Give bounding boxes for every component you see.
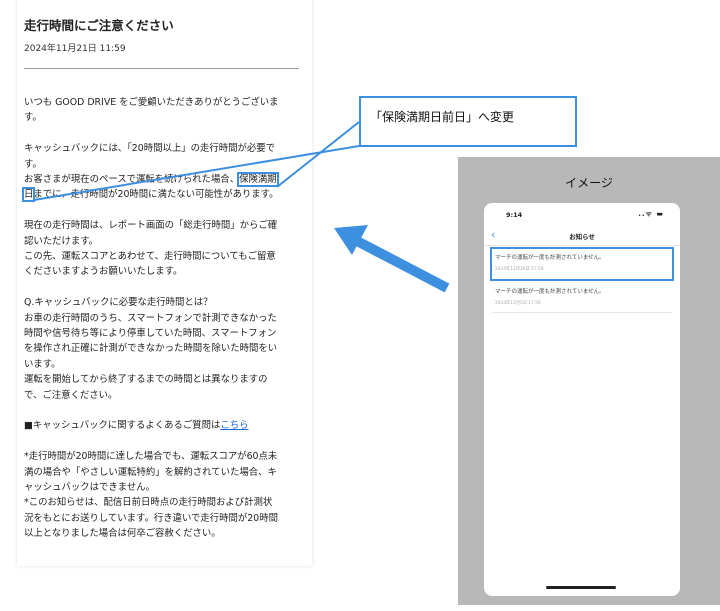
- phone-screen: 9:14 ..ᯤ ▬ ‹ お知らせ マーチの運転が一度も計測されていません。 2…: [484, 203, 680, 596]
- image-mockup-panel: イメージ 9:14 ..ᯤ ▬ ‹ お知らせ マーチの運転が一度も計測されていま…: [458, 157, 720, 605]
- notice-title: マーチの運転が一度も計測されていません。: [495, 289, 605, 295]
- home-indicator: [546, 586, 616, 589]
- status-time: 9:14: [506, 211, 523, 219]
- nav-title: お知らせ: [569, 233, 595, 241]
- nav-bar: ‹ お知らせ: [484, 227, 680, 246]
- connector-line-upper: [276, 121, 360, 188]
- connector-line-lower: [33, 145, 360, 201]
- image-label: イメージ: [565, 176, 613, 190]
- notice-date: 2024年12月26日 17:59: [495, 267, 544, 272]
- signal-battery-icon: ..ᯤ ▬: [638, 210, 664, 218]
- change-callout: 「保険満期日前日」へ変更: [359, 96, 577, 147]
- notice-list-item[interactable]: マーチの運転が一度も計測されていません。 2024年12月5日 17:59: [492, 283, 672, 313]
- notice-title: マーチの運転が一度も計測されていません。: [495, 255, 605, 261]
- status-bar: 9:14 ..ᯤ ▬: [484, 209, 680, 223]
- pointer-arrow-icon: [334, 225, 450, 293]
- notice-list-item[interactable]: マーチの運転が一度も計測されていません。 2024年12月26日 17:59: [490, 247, 674, 281]
- notice-date: 2024年12月5日 17:59: [495, 301, 541, 306]
